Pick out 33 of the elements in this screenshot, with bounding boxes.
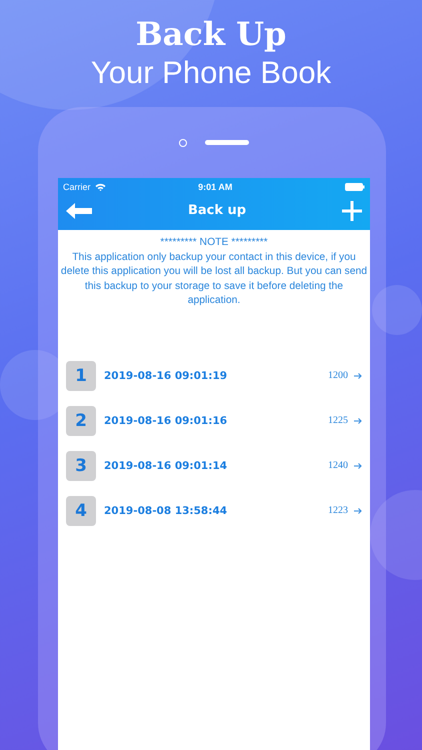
backup-row[interactable]: 4 2019-08-08 13:58:44 1223: [66, 496, 362, 526]
backup-row[interactable]: 3 2019-08-16 09:01:14 1240: [66, 450, 362, 480]
add-icon[interactable]: [342, 200, 362, 220]
note-heading: ********* NOTE *********: [159, 236, 269, 250]
speaker: [205, 140, 249, 145]
wifi-icon: [94, 182, 106, 190]
note-text: This application only backup your contact in this device, if you delete this application you will be lost all backup. But you can send this backup to your storage to save it before deleting the application.: [60, 250, 368, 308]
backup-row[interactable]: 1 2019-08-16 09:01:19 1200: [66, 360, 362, 390]
back-arrow-icon[interactable]: [66, 202, 92, 218]
camera: [179, 138, 187, 146]
headline-subtitle: Your Phone Book: [90, 54, 332, 92]
contact-count: 1240: [328, 460, 348, 471]
backup-number: 4: [66, 496, 96, 526]
arrow-icon: [354, 508, 362, 514]
battery-icon: [345, 182, 365, 190]
backup-number: 1: [66, 360, 96, 390]
status-time: 9:01 AM: [197, 182, 234, 192]
backup-date: 2019-08-16 09:01:19: [104, 370, 228, 382]
arrow-icon: [354, 462, 362, 468]
arrow-icon: [354, 372, 362, 378]
backup-date: 2019-08-08 13:58:44: [104, 504, 228, 516]
backup-date: 2019-08-16 09:01:14: [104, 460, 228, 472]
backup-number: 2: [66, 406, 96, 436]
carrier-label: Carrier: [63, 182, 91, 192]
arrow-icon: [354, 418, 362, 424]
backup-row[interactable]: 2 2019-08-16 09:01:16 1225: [66, 406, 362, 436]
contact-count: 1225: [328, 415, 348, 426]
nav-title: Back up: [188, 203, 246, 218]
contact-count: 1223: [328, 505, 348, 516]
backup-number: 3: [66, 450, 96, 480]
headline-title: Back Up: [134, 14, 288, 54]
contact-count: 1200: [328, 370, 348, 381]
backup-date: 2019-08-16 09:01:16: [104, 414, 228, 426]
